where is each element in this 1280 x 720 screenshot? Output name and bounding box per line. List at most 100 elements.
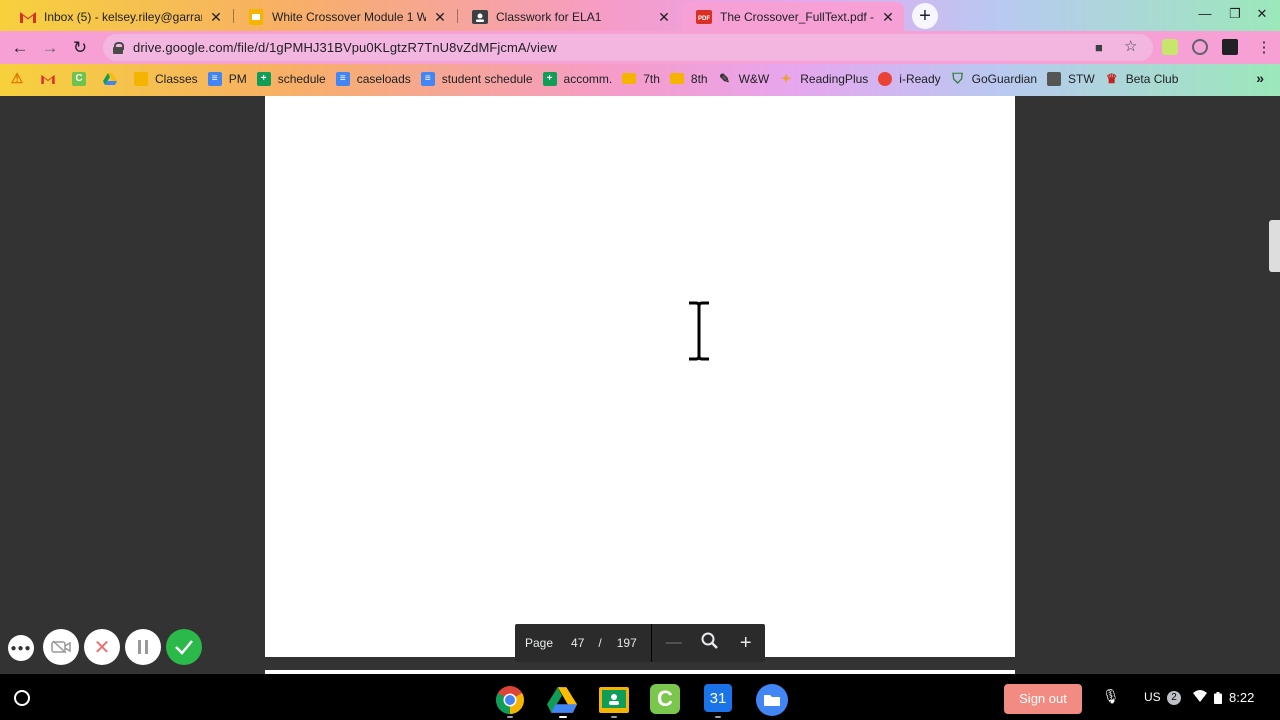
tab-strip: Inbox (5) - kelsey.riley@garrard.k ✕ Whi… bbox=[0, 0, 1280, 31]
sheets-plus-icon: + bbox=[256, 71, 271, 86]
running-indicator bbox=[611, 716, 617, 718]
camera-off-button[interactable] bbox=[43, 629, 79, 665]
notification-count-badge[interactable]: 2 bbox=[1167, 691, 1181, 705]
close-icon[interactable]: ✕ bbox=[208, 9, 224, 25]
close-icon[interactable]: ✕ bbox=[880, 9, 896, 25]
calendar-app-icon[interactable]: 31 bbox=[704, 684, 732, 712]
finish-recording-button[interactable] bbox=[166, 629, 202, 665]
clock-time[interactable]: 8:22 bbox=[1229, 690, 1254, 705]
bookmark-8th[interactable]: 8th bbox=[669, 71, 708, 86]
minimize-icon[interactable]: — bbox=[1195, 6, 1215, 21]
bookmark-label: student schedule bbox=[441, 71, 533, 86]
sheets-plus-icon: + bbox=[542, 71, 557, 86]
recording-menu-button[interactable]: ●●● bbox=[8, 635, 34, 661]
bookmark-label: schedule bbox=[277, 71, 326, 86]
wifi-icon[interactable] bbox=[1193, 690, 1207, 705]
bookmark-label: 8th bbox=[690, 71, 708, 86]
address-bar[interactable]: drive.google.com/file/d/1gPMHJ31BVpu0KLg… bbox=[103, 34, 1153, 61]
microphone-icon[interactable]: 🎙 bbox=[1102, 688, 1120, 705]
menu-icon[interactable]: ⋮ bbox=[1252, 36, 1276, 60]
scrollbar-thumb[interactable] bbox=[1269, 220, 1280, 272]
files-app-icon[interactable] bbox=[756, 684, 788, 716]
classkick-app-icon[interactable]: C bbox=[650, 684, 680, 714]
running-indicator bbox=[715, 716, 721, 718]
cancel-recording-button[interactable]: ✕ bbox=[84, 629, 120, 665]
close-icon[interactable]: ✕ bbox=[656, 9, 672, 25]
star-icon[interactable]: ☆ bbox=[1124, 37, 1137, 55]
bookmark[interactable]: ⚠ bbox=[10, 70, 31, 86]
zoom-icon[interactable] bbox=[692, 632, 728, 655]
bookmark-ww[interactable]: ✎ W&W bbox=[718, 71, 769, 86]
running-indicator bbox=[507, 716, 513, 718]
reload-icon[interactable]: ↻ bbox=[68, 36, 92, 60]
battery-icon[interactable] bbox=[1214, 692, 1222, 707]
launcher-icon[interactable] bbox=[14, 690, 30, 706]
bookmark-pm[interactable]: ≡ PM bbox=[207, 71, 247, 86]
bookmark-stw[interactable]: STW bbox=[1047, 71, 1095, 86]
docs-icon: ≡ bbox=[335, 71, 350, 86]
url-text: drive.google.com/file/d/1gPMHJ31BVpu0KLg… bbox=[133, 40, 557, 55]
tab-gmail[interactable]: Inbox (5) - kelsey.riley@garrard.k ✕ bbox=[6, 2, 232, 31]
lock-icon bbox=[113, 41, 124, 54]
tab-classroom[interactable]: Classwork for ELA1 ✕ bbox=[458, 2, 680, 31]
stw-icon bbox=[1047, 71, 1062, 86]
browser-chrome: Inbox (5) - kelsey.riley@garrard.k ✕ Whi… bbox=[0, 0, 1280, 96]
text-cursor-icon bbox=[689, 301, 709, 361]
bookmark-goguardian[interactable]: ⛉ GoGuardian bbox=[951, 70, 1038, 86]
zoom-out-icon[interactable]: — bbox=[656, 634, 692, 652]
gmail-icon bbox=[41, 72, 55, 86]
bookmark[interactable] bbox=[41, 72, 62, 86]
new-tab-button[interactable]: + bbox=[912, 3, 938, 29]
bookmark-student-schedule[interactable]: ≡ student schedule bbox=[420, 71, 533, 86]
extension-icon[interactable] bbox=[1192, 39, 1208, 55]
camera-icon[interactable]: ■ bbox=[1095, 40, 1103, 55]
pdf-icon: PDF bbox=[696, 9, 712, 25]
bookmark-label: i-Ready bbox=[899, 71, 941, 86]
bookmark-label: caseloads bbox=[356, 71, 411, 86]
forward-icon[interactable]: → bbox=[38, 36, 62, 60]
bookmark-classes[interactable]: Classes bbox=[134, 71, 198, 86]
bookmark-readingplus[interactable]: ✦ ReadingPlus bbox=[779, 71, 869, 86]
classroom-app-icon[interactable] bbox=[598, 684, 630, 716]
bookmark-schedule[interactable]: + schedule bbox=[256, 71, 326, 86]
shield-icon: ⛉ bbox=[952, 70, 963, 86]
tab-title: The Crossover_FullText.pdf - Goo bbox=[720, 9, 874, 24]
maximize-icon[interactable]: ❐ bbox=[1225, 6, 1245, 22]
chrome-app-icon[interactable] bbox=[494, 684, 526, 716]
classkick-icon: C bbox=[72, 71, 86, 86]
tab-pdf[interactable]: PDF The Crossover_FullText.pdf - Goo ✕ bbox=[682, 2, 904, 31]
bookmark[interactable]: C bbox=[72, 71, 93, 86]
slides-icon bbox=[248, 8, 264, 25]
divider bbox=[650, 624, 652, 662]
bookmark-betaclub[interactable]: ♛ Beta Club bbox=[1105, 71, 1179, 86]
close-window-icon[interactable]: ✕ bbox=[1252, 6, 1272, 22]
drive-icon bbox=[103, 72, 117, 86]
more-bookmarks-icon[interactable]: » bbox=[1256, 70, 1264, 86]
pause-recording-button[interactable] bbox=[125, 629, 161, 665]
tab-slides[interactable]: White Crossover Module 1 Wit a ✕ bbox=[234, 2, 456, 31]
tab-title: White Crossover Module 1 Wit a bbox=[272, 9, 426, 24]
bookmark-label: GoGuardian bbox=[971, 71, 1038, 86]
puzzle-icon[interactable] bbox=[1222, 39, 1238, 55]
bookmark-caseloads[interactable]: ≡ caseloads bbox=[335, 71, 411, 86]
zoom-in-icon[interactable]: + bbox=[728, 632, 764, 655]
back-icon[interactable]: ← bbox=[8, 36, 32, 60]
bookmark-accomm[interactable]: + accomm. bbox=[542, 71, 612, 86]
bookmark-iready[interactable]: i-Ready bbox=[878, 71, 941, 86]
bookmarks-bar: ⚠ C Classes ≡ PM + schedule ≡ caseloads ≡ st… bbox=[0, 64, 1280, 93]
extension-icon[interactable] bbox=[1162, 39, 1178, 55]
camera-off-icon bbox=[51, 640, 71, 654]
drive-app-icon[interactable] bbox=[546, 684, 578, 716]
iready-icon bbox=[878, 71, 893, 86]
page-label: Page bbox=[525, 636, 554, 650]
running-indicator bbox=[559, 716, 567, 718]
bookmark-label: Classes bbox=[155, 71, 198, 86]
locale-indicator[interactable]: US bbox=[1144, 690, 1161, 704]
bookmark[interactable] bbox=[103, 72, 124, 86]
sign-out-button[interactable]: Sign out bbox=[1004, 684, 1082, 714]
bookmark-7th[interactable]: 7th bbox=[622, 72, 660, 86]
folder-icon bbox=[622, 73, 637, 84]
close-icon[interactable]: ✕ bbox=[432, 9, 448, 25]
current-page-input[interactable]: 47 bbox=[571, 636, 584, 650]
check-icon bbox=[175, 640, 193, 655]
